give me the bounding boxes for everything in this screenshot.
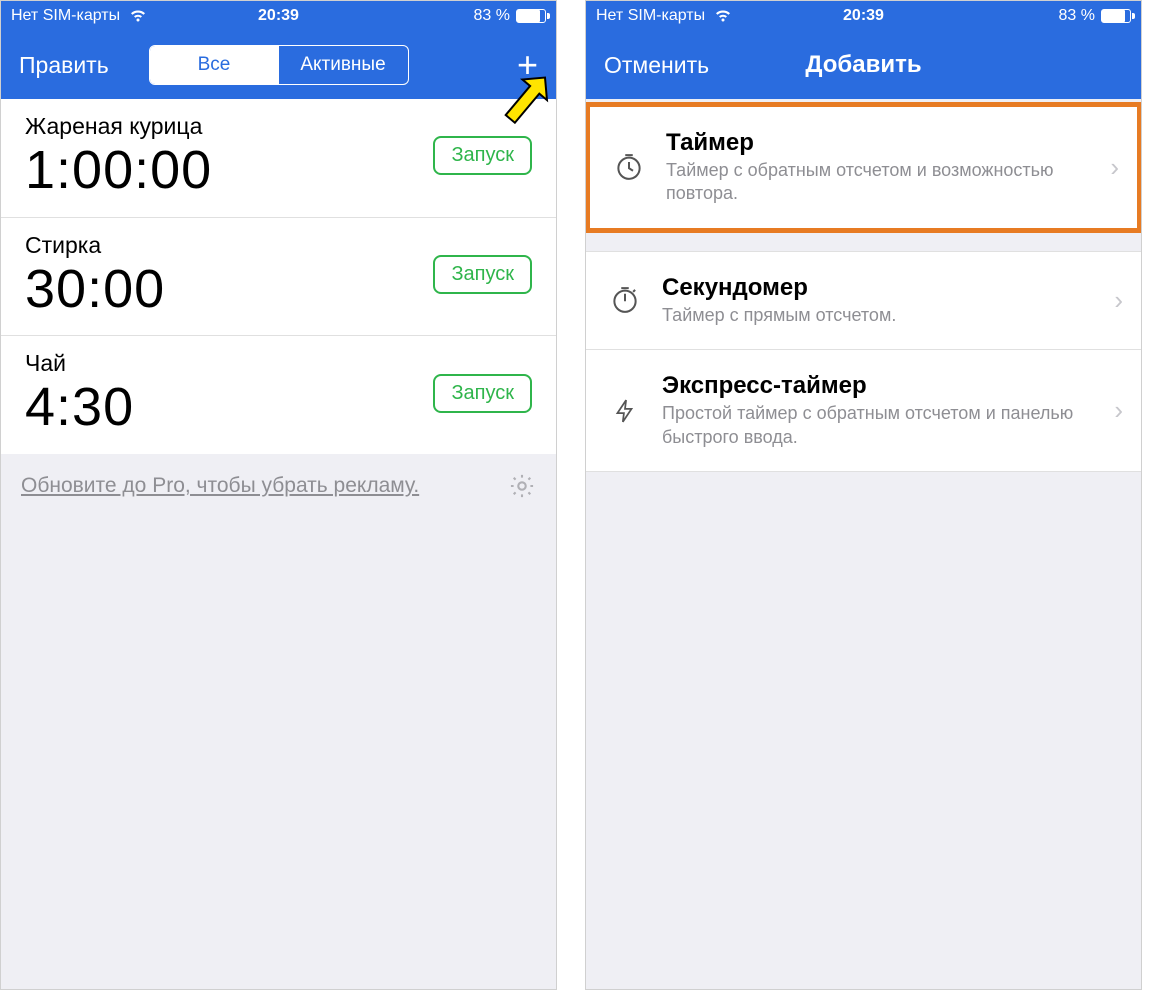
plus-icon: +	[517, 47, 538, 83]
option-express-timer[interactable]: Экспресс-таймер Простой таймер с обратны…	[586, 350, 1141, 471]
timer-name: Жареная курица	[25, 113, 433, 140]
option-desc: Простой таймер с обратным отсчетом и пан…	[662, 402, 1094, 449]
chevron-right-icon: ›	[1114, 395, 1123, 426]
lightning-icon	[608, 396, 642, 426]
timer-row[interactable]: Чай 4:30 Запуск	[1, 336, 556, 454]
segment-all[interactable]: Все	[150, 46, 279, 84]
gear-icon	[508, 472, 536, 500]
clock-label: 20:39	[586, 7, 1141, 25]
chevron-right-icon: ›	[1114, 285, 1123, 316]
timer-name: Стирка	[25, 232, 433, 259]
screen-timer-list: Нет SIM-карты 20:39 83 % Править Все Акт…	[0, 0, 557, 990]
segmented-filter[interactable]: Все Активные	[149, 45, 409, 85]
timer-row[interactable]: Жареная курица 1:00:00 Запуск	[1, 99, 556, 218]
status-bar: Нет SIM-карты 20:39 83 %	[1, 1, 556, 31]
segment-active[interactable]: Активные	[279, 46, 408, 84]
option-title: Секундомер	[662, 274, 1094, 302]
option-timer[interactable]: Таймер Таймер с обратным отсчетом и возм…	[590, 107, 1137, 228]
option-desc: Таймер с обратным отсчетом и возможность…	[666, 159, 1090, 206]
edit-button[interactable]: Править	[19, 52, 109, 79]
clock-label: 20:39	[1, 7, 556, 25]
options-list: Секундомер Таймер с прямым отсчетом. › Э…	[586, 251, 1141, 472]
timer-list: Жареная курица 1:00:00 Запуск Стирка 30:…	[1, 99, 556, 454]
status-bar: Нет SIM-карты 20:39 83 %	[586, 1, 1141, 31]
upgrade-row: Обновите до Pro, чтобы убрать рекламу.	[1, 454, 556, 518]
start-button[interactable]: Запуск	[433, 374, 532, 413]
nav-bar: Править Все Активные +	[1, 31, 556, 99]
option-stopwatch[interactable]: Секундомер Таймер с прямым отсчетом. ›	[586, 252, 1141, 350]
screen-add-timer: Нет SIM-карты 20:39 83 % Отменить Добави…	[585, 0, 1142, 990]
upgrade-link[interactable]: Обновите до Pro, чтобы убрать рекламу.	[21, 474, 419, 498]
battery-icon	[1101, 9, 1131, 23]
option-title: Экспресс-таймер	[662, 372, 1094, 400]
timer-time: 30:00	[25, 261, 433, 318]
add-button[interactable]: +	[517, 47, 538, 83]
timer-icon	[612, 152, 646, 182]
battery-icon	[516, 9, 546, 23]
option-desc: Таймер с прямым отсчетом.	[662, 304, 1094, 327]
nav-title: Добавить	[586, 51, 1141, 79]
timer-time: 1:00:00	[25, 142, 433, 199]
timer-row[interactable]: Стирка 30:00 Запуск	[1, 218, 556, 337]
nav-bar: Отменить Добавить	[586, 31, 1141, 99]
start-button[interactable]: Запуск	[433, 255, 532, 294]
stopwatch-icon	[608, 285, 642, 315]
start-button[interactable]: Запуск	[433, 136, 532, 175]
timer-time: 4:30	[25, 379, 433, 436]
timer-name: Чай	[25, 350, 433, 377]
chevron-right-icon: ›	[1110, 152, 1119, 183]
settings-button[interactable]	[508, 472, 536, 500]
highlight-annotation: Таймер Таймер с обратным отсчетом и возм…	[585, 102, 1142, 233]
option-title: Таймер	[666, 129, 1090, 157]
